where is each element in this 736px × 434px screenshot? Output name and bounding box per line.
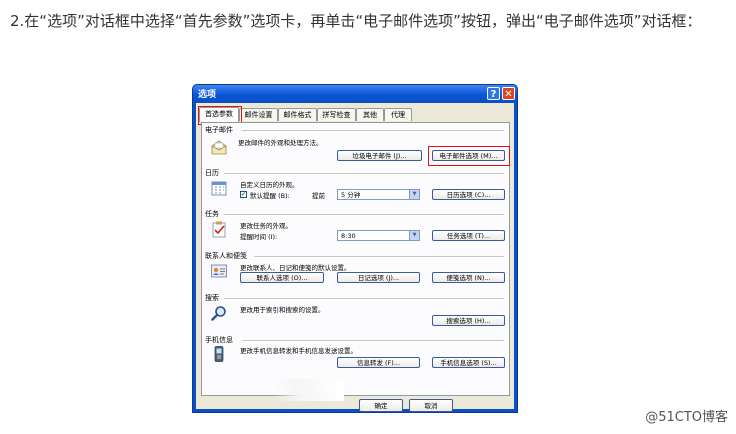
calendar-icon xyxy=(211,181,227,196)
section-email-title: 电子邮件 xyxy=(205,126,233,134)
tab-other[interactable]: 其他 xyxy=(356,108,384,121)
options-dialog: 选项 ? ✕ 首选参数 邮件设置 邮件格式 拼写检查 其他 代理 电子邮件 更改… xyxy=(192,84,518,413)
tab-spelling[interactable]: 拼写检查 xyxy=(317,108,356,121)
tasks-description: 更改任务的外观。 xyxy=(240,222,292,230)
junk-email-button[interactable]: 垃圾电子邮件 (J)... xyxy=(337,150,422,161)
contacts-description: 更改联系人、日记和便笺的默认设置。 xyxy=(240,264,351,272)
section-divider xyxy=(224,298,504,299)
note-options-button[interactable]: 便笺选项 (N)... xyxy=(432,272,505,283)
reminder-time-value: 5 分钟 xyxy=(341,191,361,199)
advance-label: 提前 xyxy=(312,192,325,200)
contact-card-icon xyxy=(211,264,227,278)
task-reminder-time-value: 8:30 xyxy=(341,232,356,240)
section-divider xyxy=(224,173,504,174)
preferences-panel: 电子邮件 更改邮件的外观和处理方法。 垃圾电子邮件 (J)... 电子邮件选项 … xyxy=(201,122,510,396)
section-divider xyxy=(242,340,504,341)
task-options-button[interactable]: 任务选项 (T)... xyxy=(432,230,505,241)
intro-text: 2.在“选项”对话框中选择“首先参数”选项卡，再单击“电子邮件选项”按钮，弹出“… xyxy=(10,12,702,30)
reminder-time-select[interactable]: 5 分钟 ▼ xyxy=(337,189,420,200)
search-icon xyxy=(211,306,226,321)
default-reminder-label: 默认提醒 (B): xyxy=(250,192,290,200)
mobile-description: 更改手机信息转发和手机信息发送设置。 xyxy=(240,347,357,355)
cancel-button[interactable]: 取消 xyxy=(409,399,453,412)
envelope-icon xyxy=(211,140,227,155)
chevron-down-icon[interactable]: ▼ xyxy=(409,231,419,240)
section-calendar-title: 日历 xyxy=(205,169,219,177)
task-reminder-time-select[interactable]: 8:30 ▼ xyxy=(337,230,420,241)
search-options-button[interactable]: 搜索选项 (H)... xyxy=(432,315,505,326)
section-tasks-title: 任务 xyxy=(205,210,219,218)
task-clipboard-icon xyxy=(212,221,226,238)
default-reminder-checkbox[interactable]: ✔ xyxy=(240,191,247,198)
dialog-title: 选项 xyxy=(198,90,217,100)
section-divider xyxy=(254,256,504,257)
calendar-options-button[interactable]: 日历选项 (C)... xyxy=(432,189,505,200)
help-icon[interactable]: ? xyxy=(487,87,500,100)
message-forward-button[interactable]: 信息转发 (F)... xyxy=(337,357,420,368)
mobile-phone-icon xyxy=(214,346,224,362)
section-mobile-title: 手机信息 xyxy=(205,336,233,344)
close-icon[interactable]: ✕ xyxy=(502,87,515,100)
mobile-options-button[interactable]: 手机信息选项 (S)... xyxy=(432,357,505,368)
section-contacts-title: 联系人和便笺 xyxy=(205,252,247,260)
email-description: 更改邮件的外观和处理方法。 xyxy=(238,139,323,147)
dialog-client: 首选参数 邮件设置 邮件格式 拼写检查 其他 代理 电子邮件 更改邮件的外观和处… xyxy=(196,103,514,412)
watermark: @51CTO博客 xyxy=(645,410,728,425)
search-description: 更改用于索引和搜索的设置。 xyxy=(240,306,325,314)
chevron-down-icon[interactable]: ▼ xyxy=(409,190,419,199)
section-divider xyxy=(224,214,504,215)
tab-mail-format[interactable]: 邮件格式 xyxy=(278,108,317,121)
journal-options-button[interactable]: 日记选项 (J)... xyxy=(337,272,420,283)
ok-button[interactable]: 确定 xyxy=(359,399,403,412)
section-search-title: 搜索 xyxy=(205,294,219,302)
email-options-highlight-box xyxy=(428,146,510,166)
calendar-description: 自定义日历的外观。 xyxy=(240,181,299,189)
title-bar[interactable]: 选项 ? ✕ xyxy=(193,85,517,103)
tab-delegates[interactable]: 代理 xyxy=(384,108,412,121)
reminder-time-label: 提醒时间 (I): xyxy=(240,233,278,241)
contact-options-button[interactable]: 联系人选项 (O)... xyxy=(240,272,324,283)
section-divider xyxy=(242,130,504,131)
blurred-corner xyxy=(274,379,344,401)
tab-mail-setup[interactable]: 邮件设置 xyxy=(239,108,278,121)
